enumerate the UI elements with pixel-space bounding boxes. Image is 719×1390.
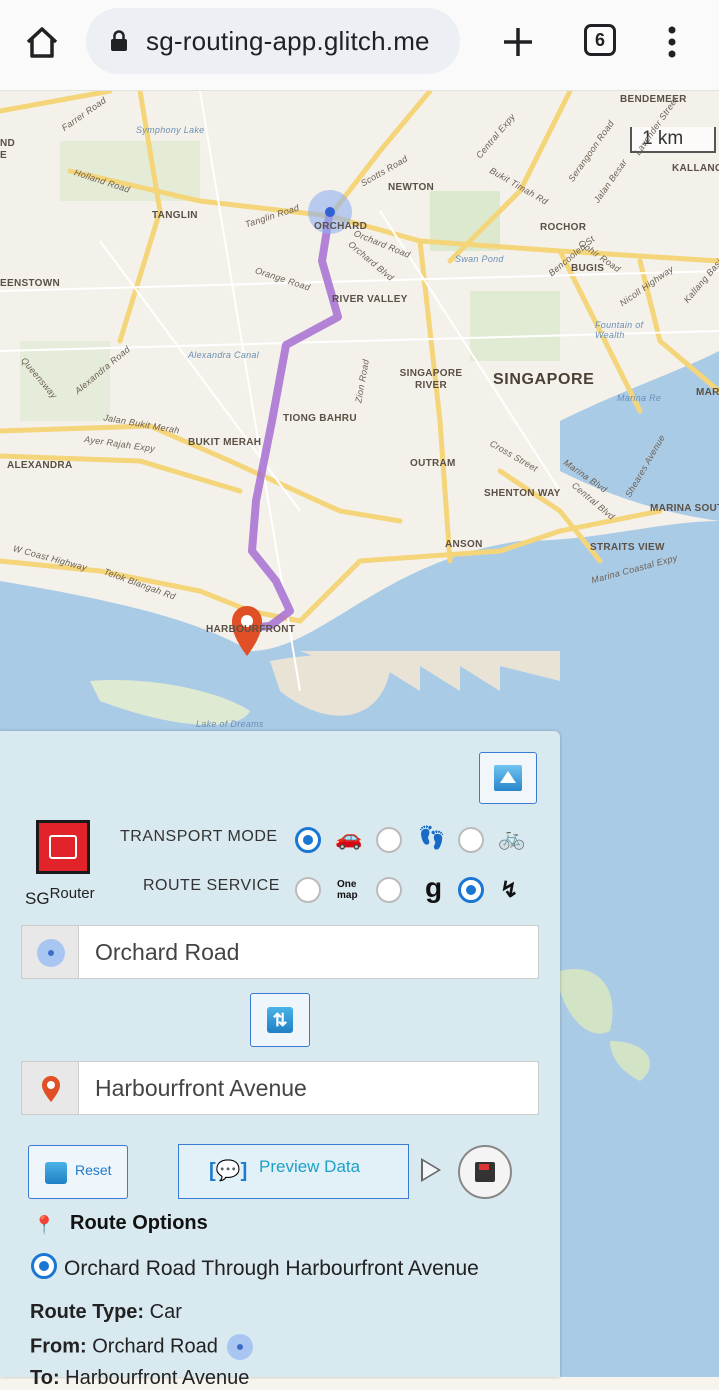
map-label: ALEXANDRA — [7, 460, 73, 471]
tab-count: 6 — [594, 30, 605, 50]
map-label: OUTRAM — [410, 458, 456, 469]
from-detail: From: Orchard Road — [30, 1334, 254, 1360]
pushpin-icon: 📍 — [33, 1215, 56, 1235]
google-icon: g — [425, 872, 443, 903]
map-label: MARINA SOUT — [650, 503, 719, 514]
map-label: ANSON — [445, 539, 483, 550]
footprints-icon: 👣 — [418, 825, 446, 850]
to-input[interactable]: Harbourfront Avenue — [79, 1061, 539, 1115]
water-label: Swan Pond — [455, 254, 504, 264]
refresh-icon — [45, 1162, 67, 1184]
map-label: ND — [0, 138, 16, 149]
browser-toolbar: sg-routing-app.glitch.me 6 — [0, 0, 719, 91]
lock-icon — [111, 30, 127, 51]
route-service-icon: ↯ — [500, 877, 519, 902]
from-location-row: Orchard Road — [21, 925, 539, 979]
tabs-icon[interactable]: 6 — [584, 24, 616, 56]
map-label: TANGLIN — [152, 210, 198, 221]
map-label: STRAITS VIEW — [590, 542, 665, 553]
service-other-radio[interactable] — [458, 877, 484, 903]
map-label: TIONG BAHRU — [283, 413, 357, 424]
map-label: EENSTOWN — [0, 278, 60, 289]
from-addon — [21, 925, 79, 979]
floppy-disk-icon — [475, 1162, 495, 1182]
map-label: BUGIS — [571, 263, 605, 274]
map-label: ROCHOR — [540, 222, 587, 233]
transport-bike-radio[interactable] — [458, 827, 484, 853]
water-label: Lake of Dreams — [196, 719, 264, 729]
more-vert-icon[interactable] — [662, 22, 682, 62]
map-label: KALLANG — [672, 163, 719, 174]
map-label: SINGAPORE — [493, 371, 595, 388]
route-option-label[interactable]: Orchard Road Through Harbourfront Avenue — [64, 1257, 479, 1281]
map-label: BUKIT MERAH — [188, 437, 262, 448]
from-input[interactable]: Orchard Road — [79, 925, 539, 979]
car-icon: 🚗 — [335, 825, 363, 850]
logo-text: SGRouter — [25, 885, 95, 908]
map-label: E — [0, 150, 7, 161]
route-option-radio[interactable] — [31, 1253, 57, 1279]
url-text: sg-routing-app.glitch.me — [146, 26, 430, 56]
sgrouter-logo — [36, 820, 90, 874]
map-label: HARBOURFRONT — [206, 624, 296, 635]
origin-dot-icon — [227, 1334, 254, 1360]
water-label: Marina Re — [617, 393, 662, 403]
transport-mode-label: TRANSPORT MODE — [120, 828, 278, 845]
preview-data-button[interactable]: [💬] Preview Data — [178, 1144, 409, 1199]
map-label: NEWTON — [388, 182, 435, 193]
transport-walk-radio[interactable] — [376, 827, 402, 853]
chat-bubble-icon: [💬] — [209, 1160, 248, 1182]
arrow-up-icon — [494, 765, 522, 791]
map-label: SINGAPORE RIVER — [399, 368, 463, 391]
route-options-title: Route Options — [70, 1212, 208, 1234]
address-bar[interactable]: sg-routing-app.glitch.me — [86, 8, 460, 74]
swap-locations-button[interactable]: ⇅ — [250, 993, 310, 1047]
water-label: Alexandra Canal — [188, 350, 260, 360]
map-pin-icon — [42, 1076, 60, 1102]
route-service-label: ROUTE SERVICE — [143, 877, 280, 894]
bicycle-icon: 🚲 — [498, 825, 526, 850]
reset-button[interactable]: Reset — [28, 1145, 128, 1199]
collapse-panel-button[interactable] — [479, 752, 537, 804]
reset-label: Reset — [75, 1162, 112, 1178]
water-label: Fountain of Wealth — [595, 320, 644, 340]
save-button[interactable] — [458, 1145, 512, 1199]
map-label: RIVER VALLEY — [332, 294, 408, 305]
map-label: MAR — [696, 387, 719, 398]
water-label: Symphony Lake — [136, 125, 205, 135]
service-google-radio[interactable] — [376, 877, 402, 903]
home-icon[interactable] — [22, 22, 62, 62]
onemap-icon: One map — [337, 879, 358, 901]
to-addon — [21, 1061, 79, 1115]
origin-dot-icon — [37, 939, 65, 967]
transport-car-radio[interactable] — [295, 827, 321, 853]
play-icon[interactable] — [421, 1158, 441, 1182]
service-onemap-radio[interactable] — [295, 877, 321, 903]
to-detail: To: Harbourfront Avenue — [30, 1367, 250, 1389]
route-type-detail: Route Type: Car — [30, 1301, 182, 1323]
swap-icon: ⇅ — [267, 1007, 293, 1033]
routing-panel: SGRouter TRANSPORT MODE 🚗 👣 🚲 ROUTE SERV… — [0, 731, 560, 1389]
preview-label: Preview Data — [259, 1157, 361, 1176]
plus-icon[interactable] — [498, 22, 538, 62]
to-location-row: Harbourfront Avenue — [21, 1061, 539, 1115]
map-label: SHENTON WAY — [484, 488, 561, 499]
